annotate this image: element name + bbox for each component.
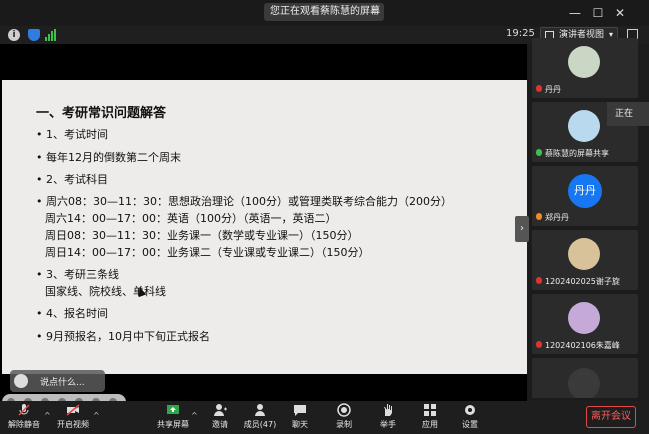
participants-icon [255,404,265,416]
slide-line: • 3、考研三条线 [36,268,119,281]
slide-line: • 周六08：30—11：30：思想政治理论（100分）或管理类联考综合能力（2… [36,195,452,208]
apps-label: 应用 [422,420,438,429]
avatar [568,238,600,270]
unmute-button[interactable]: 解除静音 [6,403,42,430]
record-icon [337,403,351,417]
participant-panel: 丹丹 蔡陈慧的屏幕共享 丹丹 郑丹丹 1202402025谢子旋 1202402… [532,38,649,401]
meeting-timer: 19:25 [506,28,535,39]
participant-name-row: 丹丹 [536,84,561,95]
add-user-icon [214,404,227,416]
slide-line: • 2、考试科目 [36,173,108,186]
avatar [14,374,28,388]
info-icon[interactable]: i [8,29,20,41]
record-button[interactable]: 录制 [326,403,362,430]
slide-line: 周日14：00—17：00：业务课二（专业课或专业课二）（150分） [45,246,370,259]
audio-options-caret[interactable]: ^ [44,411,51,420]
slide-line: • 1、考试时间 [36,128,108,141]
speaking-indicator: 正在 [607,102,649,126]
title-bar: 您正在观看蔡陈慧的屏幕 ≡ — ☐ ✕ [0,0,649,26]
participants-button[interactable]: 成员(47) [242,403,278,430]
participant-name-row: 1202402106朱嘉峰 [536,340,620,351]
slide-title: 一、考研常识问题解答 [36,106,167,121]
share-options-caret[interactable]: ^ [191,411,198,420]
share-banner-text: 您正在观看蔡陈慧的屏幕 [270,6,380,17]
settings-label: 设置 [462,420,478,429]
slide-line: 周日08：30—11：30：业务课一（数学或专业课一）（150分） [45,229,359,242]
raise-hand-button[interactable]: 举手 [370,403,406,430]
participant-name-row: 1202402025谢子旋 [536,276,620,287]
participant-name-row: 蔡陈慧的屏幕共享 [536,148,609,159]
settings-button[interactable]: 设置 [452,403,488,430]
invite-label: 邀请 [212,420,228,429]
leave-meeting-button[interactable]: 离开会议 [586,406,636,428]
meeting-toolbar: 解除静音 ^ 开启视频 ^ 共享屏幕 ^ 邀请 成员(47) 聊天 录制 举手 … [0,401,649,434]
slide-line: 周六14：00—17：00：英语（100分）（英语一，英语二） [45,212,337,225]
muted-mic-icon [536,277,542,284]
start-video-button[interactable]: 开启视频 [55,403,91,430]
invite-button[interactable]: 邀请 [202,403,238,430]
avatar [568,46,600,78]
participant-name-row: 郑丹丹 [536,212,569,223]
raise-hand-label: 举手 [380,420,396,429]
shared-screen: 一、考研常识问题解答 • 1、考试时间 • 每年12月的倒数第二个周末 • 2、… [0,44,527,411]
muted-mic-icon [536,341,542,348]
presentation-slide: 一、考研常识问题解答 • 1、考试时间 • 每年12月的倒数第二个周末 • 2、… [2,80,527,374]
meeting-window: 您正在观看蔡陈慧的屏幕 ≡ — ☐ ✕ i 19:25 演讲者视图 ▾ 一、考研… [0,0,649,434]
share-screen-button[interactable]: 共享屏幕 [155,403,191,430]
avatar [568,368,600,398]
participant-tile[interactable]: 丹丹 郑丹丹 [532,166,638,226]
apps-icon [424,404,436,416]
participant-name: 蔡陈慧的屏幕共享 [545,149,609,158]
menu-icon[interactable]: ≡ [372,3,380,21]
chat-input-bubble[interactable]: 说点什么... [10,370,105,392]
participant-tile[interactable] [532,358,638,398]
record-label: 录制 [336,420,352,429]
chat-button[interactable]: 聊天 [282,403,318,430]
screen-share-banner[interactable]: 您正在观看蔡陈慧的屏幕 ≡ [264,3,384,21]
maximize-icon[interactable]: ☐ [591,6,605,20]
participant-name: 丹丹 [545,85,561,94]
muted-mic-icon [536,213,542,220]
participant-name: 1202402106朱嘉峰 [545,341,620,350]
avatar: 丹丹 [568,174,602,208]
muted-mic-icon [18,404,30,416]
muted-mic-icon [536,85,542,92]
chat-placeholder: 说点什么... [40,378,85,388]
chat-icon [294,405,306,416]
hand-icon [384,404,392,416]
participant-tile[interactable]: 丹丹 [532,38,638,98]
close-icon[interactable]: ✕ [613,6,627,20]
start-video-label: 开启视频 [57,420,89,429]
avatar [568,110,600,142]
chat-label: 聊天 [292,420,308,429]
share-screen-icon [167,405,179,414]
avatar [568,302,600,334]
slide-line: 国家线、院校线、单科线 [45,285,166,298]
video-options-caret[interactable]: ^ [93,411,100,420]
participant-tile[interactable]: 1202402025谢子旋 [532,230,638,290]
apps-button[interactable]: 应用 [412,403,448,430]
signal-strength-icon[interactable] [45,29,57,41]
participant-name: 郑丹丹 [545,213,569,222]
shield-icon[interactable] [28,29,40,41]
share-screen-label: 共享屏幕 [157,420,189,429]
video-off-icon [66,404,80,416]
mic-icon [536,149,542,156]
unmute-label: 解除静音 [8,420,40,429]
collapse-panel-button[interactable]: › [515,216,529,242]
slide-line: • 4、报名时间 [36,307,108,320]
slide-line: • 每年12月的倒数第二个周末 [36,151,181,164]
gear-icon [465,405,475,415]
participant-name: 1202402025谢子旋 [545,277,620,286]
participants-label: 成员(47) [243,420,277,429]
slide-line: • 9月预报名，10月中下旬正式报名 [36,330,210,343]
minimize-icon[interactable]: — [568,6,582,20]
participant-tile[interactable]: 1202402106朱嘉峰 [532,294,638,354]
